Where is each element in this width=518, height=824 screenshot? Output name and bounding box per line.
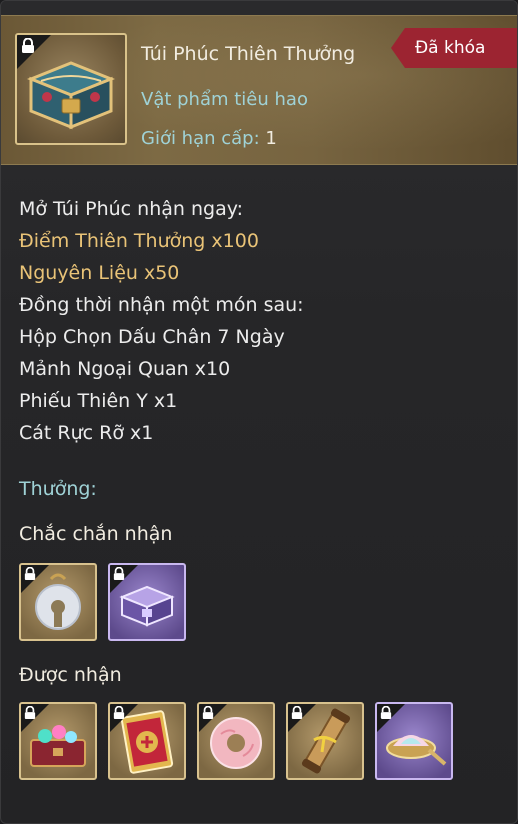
description-line: Phiếu Thiên Y x1 [19, 390, 178, 412]
reward-slot-gem-chest[interactable] [19, 702, 97, 780]
item-name: Túi Phúc Thiên Thưởng [141, 43, 356, 65]
lock-icon [22, 38, 34, 53]
description-line: Hộp Chọn Dấu Chân 7 Ngày [19, 326, 285, 348]
lock-icon [380, 706, 392, 719]
reward-slot-sand-dish[interactable] [375, 702, 453, 780]
reward-slot-pink-jade-ring[interactable] [197, 702, 275, 780]
description-line: Đồng thời nhận một món sau: [19, 294, 304, 316]
description-line: Cát Rực Rỡ x1 [19, 422, 154, 444]
reward-slot-purple-chest[interactable] [108, 563, 186, 641]
reward-slot-red-ticket[interactable] [108, 702, 186, 780]
guaranteed-heading: Chắc chắn nhận [19, 523, 173, 545]
description-line: Nguyên Liệu x50 [19, 262, 180, 284]
lock-icon [24, 567, 36, 580]
reward-slot-jade-pendant[interactable] [19, 563, 97, 641]
level-limit-label: Giới hạn cấp: [141, 128, 260, 149]
top-strip [1, 1, 517, 15]
item-type: Vật phẩm tiêu hao [141, 89, 308, 110]
description-line: Mảnh Ngoại Quan x10 [19, 358, 231, 380]
description-line: Điểm Thiên Thưởng x100 [19, 230, 259, 252]
level-limit-value: 1 [265, 128, 277, 149]
lock-icon [291, 706, 303, 719]
lock-icon [202, 706, 214, 719]
item-tooltip-panel: Túi Phúc Thiên Thưởng Vật phẩm tiêu hao … [0, 0, 518, 824]
item-description: Mở Túi Phúc nhận ngay: Điểm Thiên Thưởng… [19, 193, 304, 449]
locked-status-badge: Đã khóa [391, 28, 517, 68]
possible-heading: Được nhận [19, 664, 122, 686]
rewards-heading: Thưởng: [19, 478, 97, 500]
lock-icon [113, 567, 125, 580]
lock-icon [113, 706, 125, 719]
treasure-chest-icon[interactable] [15, 33, 127, 145]
lock-icon [24, 706, 36, 719]
level-limit: Giới hạn cấp: 1 [141, 128, 277, 149]
reward-slot-scroll[interactable] [286, 702, 364, 780]
description-line: Mở Túi Phúc nhận ngay: [19, 198, 243, 220]
